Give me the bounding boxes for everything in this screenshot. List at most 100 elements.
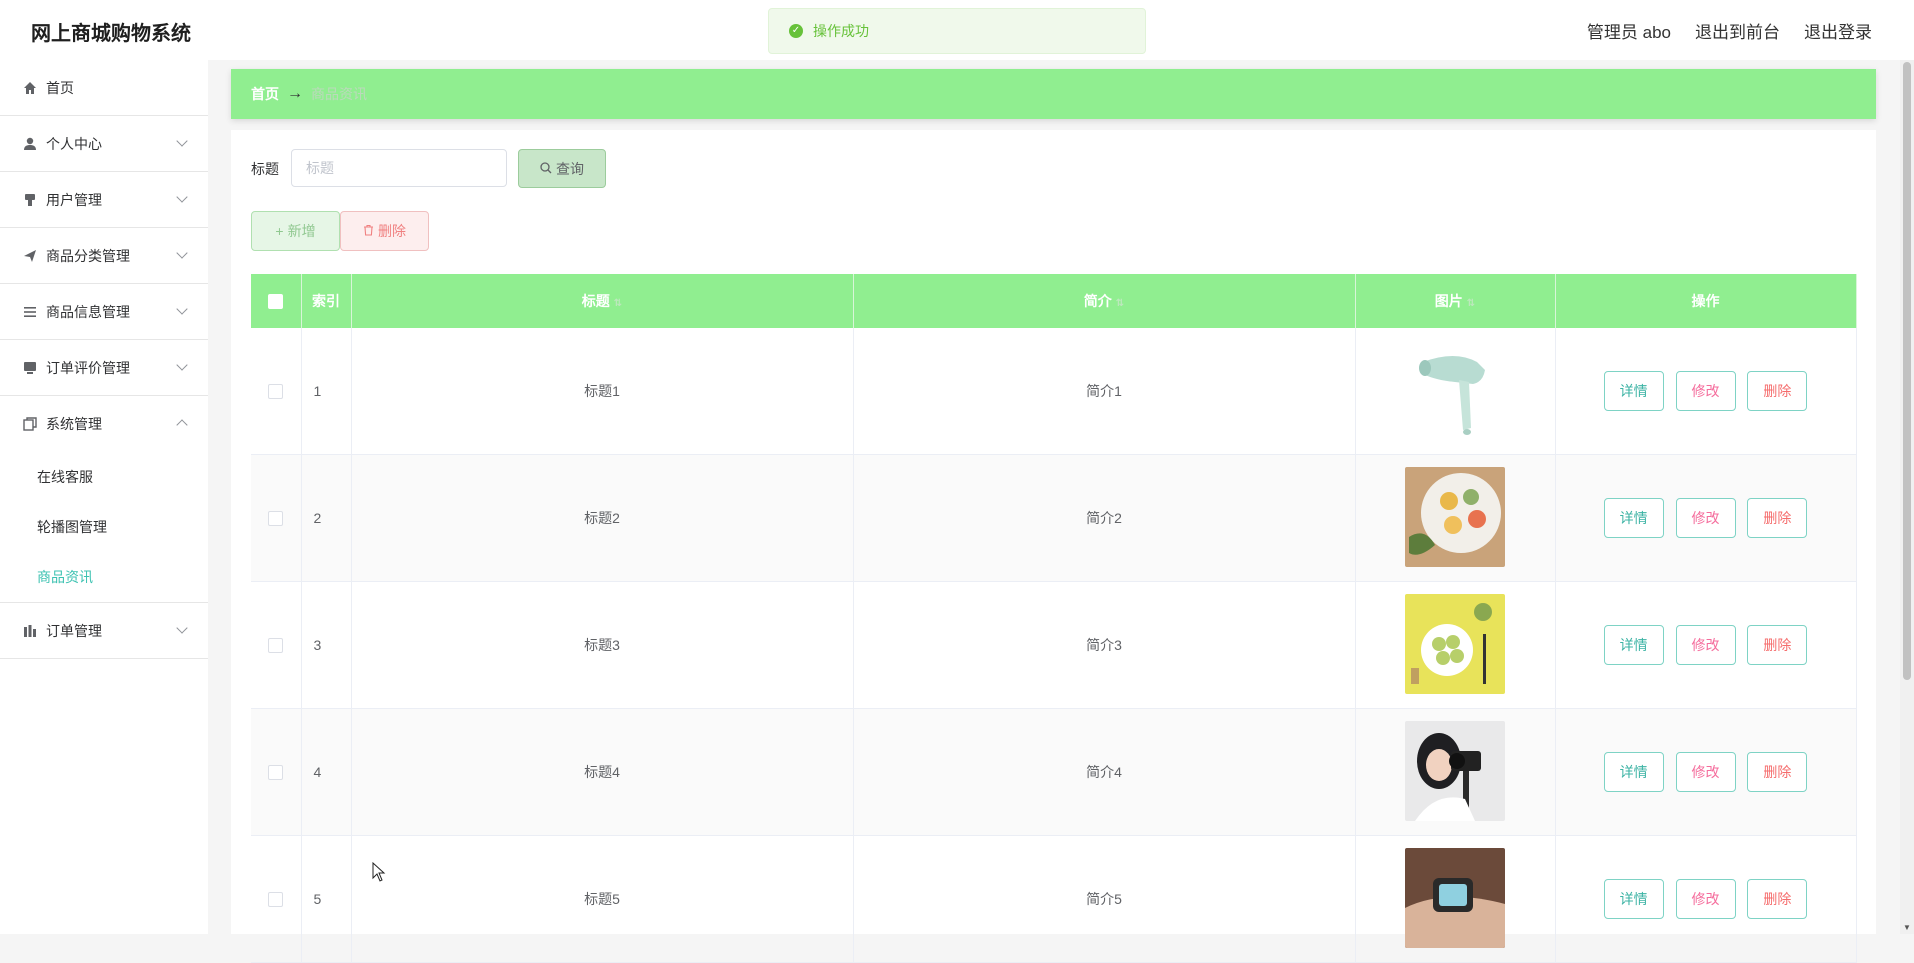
row-intro: 简介1 bbox=[853, 328, 1356, 455]
select-all-checkbox[interactable] bbox=[268, 294, 284, 310]
table-row: 1 标题1 简介1 详情 修改 删除 bbox=[251, 328, 1857, 455]
query-button[interactable]: 查询 bbox=[518, 149, 606, 188]
row-image-cell bbox=[1355, 328, 1556, 455]
row-checkbox[interactable] bbox=[268, 511, 284, 527]
delete-button[interactable]: 删除 bbox=[1747, 879, 1808, 919]
table-header-row: 索引 标题 ⇅ 简介 ⇅ 图片 ⇅ 操作 bbox=[251, 274, 1857, 328]
list-icon bbox=[22, 304, 38, 320]
edit-button[interactable]: 修改 bbox=[1675, 879, 1736, 919]
row-checkbox[interactable] bbox=[268, 384, 284, 400]
column-header-index: 索引 bbox=[301, 274, 352, 328]
chart-icon bbox=[22, 623, 38, 639]
row-title: 标题1 bbox=[351, 328, 854, 455]
sidebar-subitem-carousel[interactable]: 轮播图管理 bbox=[0, 502, 208, 552]
trash-icon bbox=[363, 223, 374, 239]
user-icon bbox=[22, 136, 38, 152]
sort-icon[interactable]: ⇅ bbox=[614, 298, 622, 309]
row-actions: 详情 修改 删除 bbox=[1555, 328, 1857, 455]
delete-button[interactable]: 删除 bbox=[1747, 625, 1808, 665]
detail-button[interactable]: 详情 bbox=[1603, 625, 1664, 665]
edit-button[interactable]: 修改 bbox=[1675, 498, 1736, 538]
edit-button[interactable]: 修改 bbox=[1675, 625, 1736, 665]
batch-delete-button[interactable]: 删除 bbox=[340, 211, 429, 251]
query-button-label: 查询 bbox=[556, 160, 584, 177]
title-search-input[interactable] bbox=[291, 149, 507, 187]
scrollbar-thumb[interactable] bbox=[1903, 62, 1911, 680]
to-frontend-link[interactable]: 退出到前台 bbox=[1695, 18, 1780, 43]
hair-dryer-image bbox=[1405, 339, 1505, 440]
sidebar-item-home[interactable]: 首页 bbox=[0, 60, 208, 116]
search-icon bbox=[540, 161, 552, 177]
scroll-down-icon[interactable]: ▼ bbox=[1903, 923, 1911, 932]
column-header-title[interactable]: 标题 ⇅ bbox=[351, 274, 854, 328]
logout-link[interactable]: 退出登录 bbox=[1804, 18, 1872, 43]
sidebar-item-category-management[interactable]: 商品分类管理 bbox=[0, 228, 208, 284]
delete-button[interactable]: 删除 bbox=[1747, 752, 1808, 792]
chevron-up-icon bbox=[176, 419, 188, 431]
sidebar-item-label: 首页 bbox=[46, 79, 74, 96]
row-image-cell bbox=[1355, 835, 1556, 963]
success-toast: ✓ 操作成功 bbox=[768, 8, 1146, 54]
edit-button[interactable]: 修改 bbox=[1675, 752, 1736, 792]
sidebar-item-order-management[interactable]: 订单管理 bbox=[0, 603, 208, 659]
delete-button-label: 删除 bbox=[378, 223, 406, 239]
column-header-intro-label: 简介 bbox=[1083, 293, 1112, 309]
sidebar-item-review-management[interactable]: 订单评价管理 bbox=[0, 340, 208, 396]
chevron-down-icon bbox=[176, 247, 188, 259]
sidebar-item-label: 用户管理 bbox=[46, 191, 102, 208]
delete-button[interactable]: 删除 bbox=[1747, 371, 1808, 411]
select-all-cell bbox=[251, 274, 302, 328]
sidebar-subitem-product-news[interactable]: 商品资讯 bbox=[0, 552, 208, 602]
row-index: 2 bbox=[301, 454, 352, 582]
mooncakes-image bbox=[1405, 466, 1505, 567]
row-checkbox[interactable] bbox=[268, 892, 284, 908]
row-index: 5 bbox=[301, 835, 352, 963]
toast-message: 操作成功 bbox=[813, 23, 869, 39]
row-intro: 简介4 bbox=[853, 708, 1356, 836]
detail-button[interactable]: 详情 bbox=[1603, 498, 1664, 538]
row-image-cell bbox=[1355, 708, 1556, 836]
row-checkbox[interactable] bbox=[268, 638, 284, 654]
row-checkbox[interactable] bbox=[268, 765, 284, 781]
sort-icon[interactable]: ⇅ bbox=[1116, 298, 1124, 309]
detail-button[interactable]: 详情 bbox=[1603, 879, 1664, 919]
breadcrumb-home[interactable]: 首页 bbox=[251, 84, 279, 104]
row-actions: 详情 修改 删除 bbox=[1555, 581, 1857, 709]
sidebar-item-product-management[interactable]: 商品信息管理 bbox=[0, 284, 208, 340]
table-row: 3 标题3 简介3 详情 修改 删除 bbox=[251, 581, 1857, 709]
edit-button[interactable]: 修改 bbox=[1675, 371, 1736, 411]
column-header-intro[interactable]: 简介 ⇅ bbox=[853, 274, 1356, 328]
search-label: 标题 bbox=[251, 161, 279, 177]
sidebar-item-label: 商品分类管理 bbox=[46, 247, 130, 264]
row-index: 4 bbox=[301, 708, 352, 836]
watch-image bbox=[1405, 847, 1505, 948]
delete-button[interactable]: 删除 bbox=[1747, 498, 1808, 538]
row-checkbox-cell bbox=[251, 835, 302, 963]
add-button[interactable]: + 新增 bbox=[251, 211, 340, 251]
chevron-down-icon bbox=[176, 191, 188, 203]
row-title: 标题2 bbox=[351, 454, 854, 582]
row-title: 标题3 bbox=[351, 581, 854, 709]
sidebar-item-system-management[interactable]: 系统管理 bbox=[0, 396, 208, 452]
row-intro: 简介3 bbox=[853, 581, 1356, 709]
chevron-down-icon bbox=[176, 303, 188, 315]
sidebar-item-personal-center[interactable]: 个人中心 bbox=[0, 116, 208, 172]
matcha-cookies-image bbox=[1405, 593, 1505, 694]
table-row: 2 标题2 简介2 详情 修改 删除 bbox=[251, 454, 1857, 582]
sidebar-item-user-management[interactable]: 用户管理 bbox=[0, 172, 208, 228]
news-table: 索引 标题 ⇅ 简介 ⇅ 图片 ⇅ 操作 1 标题1 简介1 详情 修改 删除 … bbox=[251, 274, 1857, 963]
sidebar-subitem-online-service[interactable]: 在线客服 bbox=[0, 452, 208, 502]
sort-icon[interactable]: ⇅ bbox=[1467, 298, 1475, 309]
page-scrollbar[interactable]: ▼ bbox=[1900, 60, 1914, 934]
row-checkbox-cell bbox=[251, 708, 302, 836]
sidebar-item-label: 订单评价管理 bbox=[46, 359, 130, 376]
column-header-image[interactable]: 图片 ⇅ bbox=[1355, 274, 1556, 328]
detail-button[interactable]: 详情 bbox=[1603, 752, 1664, 792]
chevron-down-icon bbox=[176, 622, 188, 634]
plus-icon: + bbox=[275, 223, 284, 239]
detail-button[interactable]: 详情 bbox=[1603, 371, 1664, 411]
column-header-image-label: 图片 bbox=[1434, 293, 1463, 309]
row-intro: 简介2 bbox=[853, 454, 1356, 582]
row-index: 3 bbox=[301, 581, 352, 709]
row-title: 标题5 bbox=[351, 835, 854, 963]
